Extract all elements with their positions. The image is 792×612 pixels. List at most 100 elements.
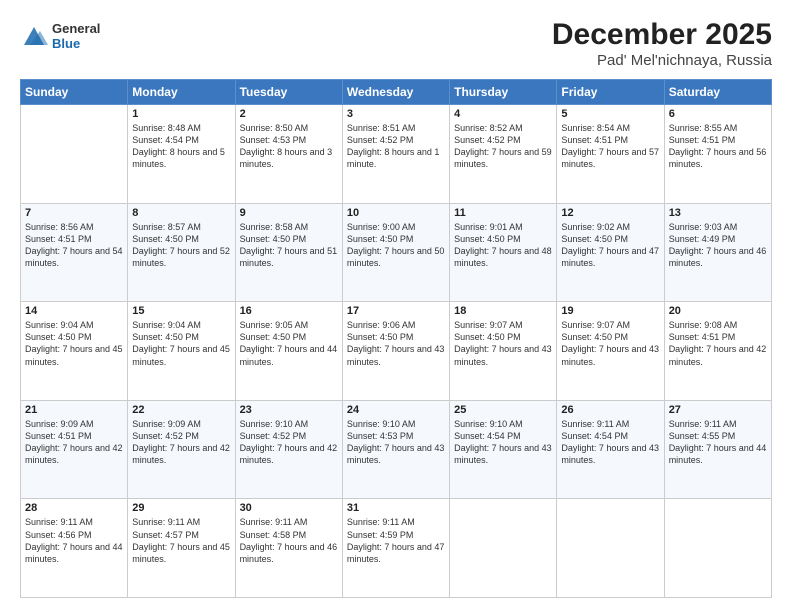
calendar-cell: 5Sunrise: 8:54 AM Sunset: 4:51 PM Daylig…	[557, 105, 664, 204]
calendar-day-number: 24	[347, 404, 445, 416]
calendar-day-number: 6	[669, 108, 767, 120]
calendar-cell: 6 Sunrise: 8:55 AM Sunset: 4:51 PM Daylig…	[664, 105, 771, 204]
calendar-cell: 27 Sunrise: 9:11 AM Sunset: 4:55 PM Dayli…	[664, 400, 771, 499]
calendar-cell-content: Sunrise: 9:03 AM Sunset: 4:49 PM Dayligh…	[669, 221, 767, 270]
calendar-cell-content: Sunrise: 8:56 AM Sunset: 4:51 PM Dayligh…	[25, 221, 123, 270]
calendar-day-number: 15	[132, 305, 230, 317]
calendar-header-friday: Friday	[557, 80, 664, 105]
calendar-day-number: 29	[132, 502, 230, 514]
calendar-cell-content: Sunrise: 8:57 AM Sunset: 4:50 PM Dayligh…	[132, 221, 230, 270]
calendar-cell-content: Sunrise: 8:58 AM Sunset: 4:50 PM Dayligh…	[240, 221, 338, 270]
calendar-cell: 28 Sunrise: 9:11 AM Sunset: 4:56 PM Dayli…	[21, 499, 128, 598]
calendar-body: 1 Sunrise: 8:48 AM Sunset: 4:54 PM Daylig…	[21, 105, 772, 598]
calendar-cell: 18 Sunrise: 9:07 AM Sunset: 4:50 PM Dayli…	[450, 302, 557, 401]
calendar-cell-content: Sunrise: 9:01 AM Sunset: 4:50 PM Dayligh…	[454, 221, 552, 270]
calendar-cell-content: Sunrise: 8:48 AM Sunset: 4:54 PM Dayligh…	[132, 122, 230, 171]
calendar-cell-content: Sunrise: 9:04 AM Sunset: 4:50 PM Dayligh…	[132, 319, 230, 368]
calendar-header-saturday: Saturday	[664, 80, 771, 105]
calendar-day-number: 11	[454, 207, 552, 219]
calendar-day-number: 13	[669, 207, 767, 219]
calendar-cell-content: Sunrise: 9:11 AM Sunset: 4:56 PM Dayligh…	[25, 516, 123, 565]
calendar-cell-content: Sunrise: 9:10 AM Sunset: 4:54 PM Dayligh…	[454, 418, 552, 467]
calendar-day-number: 20	[669, 305, 767, 317]
calendar-day-number: 16	[240, 305, 338, 317]
logo-text: General Blue	[52, 22, 100, 52]
logo-general-label: General	[52, 22, 100, 37]
calendar-cell: 11 Sunrise: 9:01 AM Sunset: 4:50 PM Dayli…	[450, 203, 557, 302]
calendar-cell-content: Sunrise: 9:02 AM Sunset: 4:50 PM Dayligh…	[561, 221, 659, 270]
calendar-cell	[21, 105, 128, 204]
calendar-week-row: 1 Sunrise: 8:48 AM Sunset: 4:54 PM Daylig…	[21, 105, 772, 204]
calendar-cell-content: Sunrise: 9:11 AM Sunset: 4:59 PM Dayligh…	[347, 516, 445, 565]
calendar-cell	[557, 499, 664, 598]
calendar-cell-content: Sunrise: 9:11 AM Sunset: 4:55 PM Dayligh…	[669, 418, 767, 467]
header: General Blue December 2025 Pad' Mel'nich…	[20, 18, 772, 69]
calendar-day-number: 25	[454, 404, 552, 416]
calendar-cell: 19 Sunrise: 9:07 AM Sunset: 4:50 PM Dayli…	[557, 302, 664, 401]
calendar-header-sunday: Sunday	[21, 80, 128, 105]
calendar-day-number: 28	[25, 502, 123, 514]
calendar-cell: 29Sunrise: 9:11 AM Sunset: 4:57 PM Dayli…	[128, 499, 235, 598]
calendar-cell: 8 Sunrise: 8:57 AM Sunset: 4:50 PM Daylig…	[128, 203, 235, 302]
calendar-cell: 12 Sunrise: 9:02 AM Sunset: 4:50 PM Dayli…	[557, 203, 664, 302]
calendar-day-number: 10	[347, 207, 445, 219]
calendar-day-number: 27	[669, 404, 767, 416]
calendar-header-thursday: Thursday	[450, 80, 557, 105]
calendar-cell-content: Sunrise: 8:50 AM Sunset: 4:53 PM Dayligh…	[240, 122, 338, 171]
calendar-day-number: 12	[561, 207, 659, 219]
calendar-cell-content: Sunrise: 9:04 AM Sunset: 4:50 PM Dayligh…	[25, 319, 123, 368]
logo: General Blue	[20, 22, 100, 52]
calendar-cell-content: Sunrise: 9:09 AM Sunset: 4:51 PM Dayligh…	[25, 418, 123, 467]
calendar-cell: 3Sunrise: 8:51 AM Sunset: 4:52 PM Daylig…	[342, 105, 449, 204]
calendar-cell: 25 Sunrise: 9:10 AM Sunset: 4:54 PM Dayli…	[450, 400, 557, 499]
calendar-day-number: 14	[25, 305, 123, 317]
calendar-cell: 21 Sunrise: 9:09 AM Sunset: 4:51 PM Dayli…	[21, 400, 128, 499]
calendar-cell-content: Sunrise: 9:10 AM Sunset: 4:53 PM Dayligh…	[347, 418, 445, 467]
calendar-cell: 16 Sunrise: 9:05 AM Sunset: 4:50 PM Dayli…	[235, 302, 342, 401]
calendar-cell	[450, 499, 557, 598]
calendar-week-row: 21 Sunrise: 9:09 AM Sunset: 4:51 PM Dayli…	[21, 400, 772, 499]
calendar-day-number: 18	[454, 305, 552, 317]
calendar-cell: 7Sunrise: 8:56 AM Sunset: 4:51 PM Daylig…	[21, 203, 128, 302]
calendar-day-number: 9	[240, 207, 338, 219]
calendar-cell-content: Sunrise: 8:55 AM Sunset: 4:51 PM Dayligh…	[669, 122, 767, 171]
calendar-cell: 23 Sunrise: 9:10 AM Sunset: 4:52 PM Dayli…	[235, 400, 342, 499]
calendar-cell-content: Sunrise: 9:07 AM Sunset: 4:50 PM Dayligh…	[561, 319, 659, 368]
calendar-day-number: 5	[561, 108, 659, 120]
calendar-cell: 1 Sunrise: 8:48 AM Sunset: 4:54 PM Daylig…	[128, 105, 235, 204]
calendar-cell	[664, 499, 771, 598]
calendar-cell-content: Sunrise: 9:11 AM Sunset: 4:54 PM Dayligh…	[561, 418, 659, 467]
calendar-day-number: 26	[561, 404, 659, 416]
calendar-cell-content: Sunrise: 9:11 AM Sunset: 4:58 PM Dayligh…	[240, 516, 338, 565]
calendar-cell: 20 Sunrise: 9:08 AM Sunset: 4:51 PM Dayli…	[664, 302, 771, 401]
calendar-week-row: 28 Sunrise: 9:11 AM Sunset: 4:56 PM Dayli…	[21, 499, 772, 598]
calendar-header-monday: Monday	[128, 80, 235, 105]
page-subtitle: Pad' Mel'nichnaya, Russia	[552, 52, 772, 69]
calendar-day-number: 19	[561, 305, 659, 317]
title-block: December 2025 Pad' Mel'nichnaya, Russia	[552, 18, 772, 69]
calendar-day-number: 23	[240, 404, 338, 416]
calendar-cell: 30Sunrise: 9:11 AM Sunset: 4:58 PM Dayli…	[235, 499, 342, 598]
calendar-cell-content: Sunrise: 9:08 AM Sunset: 4:51 PM Dayligh…	[669, 319, 767, 368]
calendar-cell-content: Sunrise: 9:07 AM Sunset: 4:50 PM Dayligh…	[454, 319, 552, 368]
calendar-day-number: 31	[347, 502, 445, 514]
calendar-cell: 26 Sunrise: 9:11 AM Sunset: 4:54 PM Dayli…	[557, 400, 664, 499]
page: General Blue December 2025 Pad' Mel'nich…	[0, 0, 792, 612]
calendar-cell-content: Sunrise: 9:10 AM Sunset: 4:52 PM Dayligh…	[240, 418, 338, 467]
calendar-day-number: 4	[454, 108, 552, 120]
calendar-cell-content: Sunrise: 9:06 AM Sunset: 4:50 PM Dayligh…	[347, 319, 445, 368]
calendar-day-number: 1	[132, 108, 230, 120]
calendar-cell-content: Sunrise: 8:52 AM Sunset: 4:52 PM Dayligh…	[454, 122, 552, 171]
calendar-cell: 14 Sunrise: 9:04 AM Sunset: 4:50 PM Dayli…	[21, 302, 128, 401]
calendar-cell: 31 Sunrise: 9:11 AM Sunset: 4:59 PM Dayli…	[342, 499, 449, 598]
calendar-header-row: SundayMondayTuesdayWednesdayThursdayFrid…	[21, 80, 772, 105]
calendar-table: SundayMondayTuesdayWednesdayThursdayFrid…	[20, 79, 772, 598]
calendar-cell: 15 Sunrise: 9:04 AM Sunset: 4:50 PM Dayli…	[128, 302, 235, 401]
calendar-week-row: 14 Sunrise: 9:04 AM Sunset: 4:50 PM Dayli…	[21, 302, 772, 401]
calendar-cell-content: Sunrise: 9:05 AM Sunset: 4:50 PM Dayligh…	[240, 319, 338, 368]
calendar-cell: 9 Sunrise: 8:58 AM Sunset: 4:50 PM Daylig…	[235, 203, 342, 302]
calendar-day-number: 21	[25, 404, 123, 416]
calendar-day-number: 2	[240, 108, 338, 120]
calendar-day-number: 8	[132, 207, 230, 219]
logo-blue-label: Blue	[52, 37, 100, 52]
